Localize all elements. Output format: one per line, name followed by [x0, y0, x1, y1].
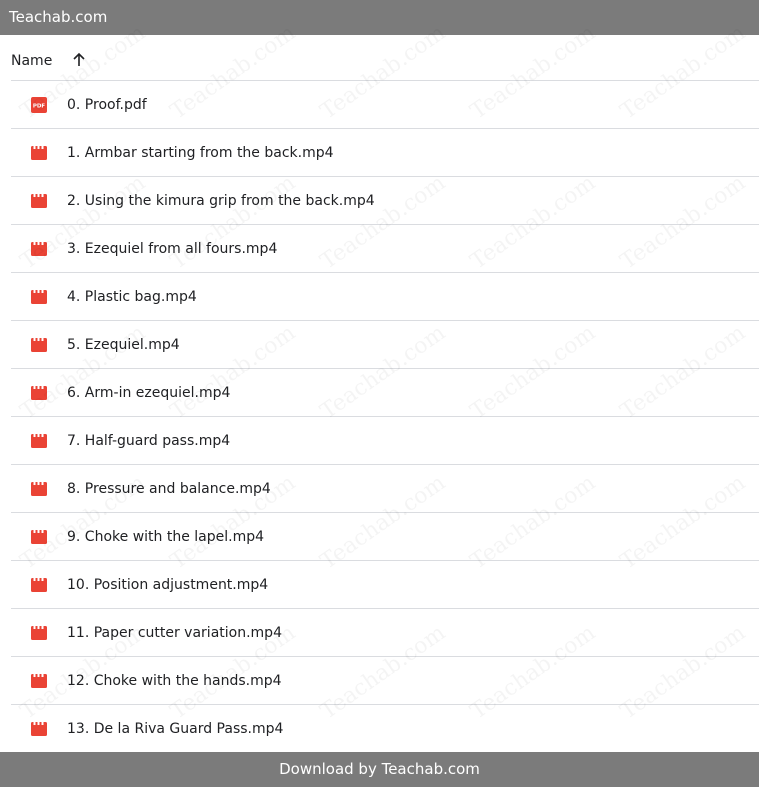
file-name[interactable]: 11. Paper cutter variation.mp4 [67, 624, 282, 642]
file-row[interactable]: 7. Half-guard pass.mp4 [0, 417, 759, 464]
video-file-icon [31, 146, 47, 160]
file-row[interactable]: PDF 0. Proof.pdf [0, 81, 759, 128]
file-row[interactable]: 8. Pressure and balance.mp4 [0, 465, 759, 512]
file-name[interactable]: 10. Position adjustment.mp4 [67, 576, 268, 594]
video-file-icon [31, 578, 47, 592]
download-link[interactable]: Download by Teachab.com [279, 760, 480, 778]
list-header: Name [0, 35, 759, 81]
file-name[interactable]: 8. Pressure and balance.mp4 [67, 480, 271, 498]
bottom-bar[interactable]: Download by Teachab.com [0, 752, 759, 787]
file-row[interactable]: 12. Choke with the hands.mp4 [0, 657, 759, 704]
file-name[interactable]: 7. Half-guard pass.mp4 [67, 432, 230, 450]
file-row[interactable]: 11. Paper cutter variation.mp4 [0, 609, 759, 656]
column-header-name[interactable]: Name [11, 53, 52, 69]
video-file-icon [31, 338, 47, 352]
top-bar: Teachab.com [0, 0, 759, 35]
file-row[interactable]: 9. Choke with the lapel.mp4 [0, 513, 759, 560]
file-name[interactable]: 6. Arm-in ezequiel.mp4 [67, 384, 230, 402]
file-name[interactable]: 5. Ezequiel.mp4 [67, 336, 180, 354]
file-name[interactable]: 0. Proof.pdf [67, 96, 147, 114]
file-row[interactable]: 10. Position adjustment.mp4 [0, 561, 759, 608]
video-file-icon [31, 434, 47, 448]
video-file-icon [31, 194, 47, 208]
file-row[interactable]: 2. Using the kimura grip from the back.m… [0, 177, 759, 224]
file-row[interactable]: 4. Plastic bag.mp4 [0, 273, 759, 320]
arrow-up-icon[interactable] [71, 52, 87, 68]
video-file-icon [31, 290, 47, 304]
file-list: Name PDF 0. Proof.pdf 1. Armbar starting f… [0, 35, 759, 752]
file-name[interactable]: 3. Ezequiel from all fours.mp4 [67, 240, 277, 258]
file-row[interactable]: 3. Ezequiel from all fours.mp4 [0, 225, 759, 272]
video-file-icon [31, 530, 47, 544]
site-title: Teachab.com [9, 8, 108, 26]
file-name[interactable]: 1. Armbar starting from the back.mp4 [67, 144, 334, 162]
file-row[interactable]: 5. Ezequiel.mp4 [0, 321, 759, 368]
video-file-icon [31, 722, 47, 736]
video-file-icon [31, 482, 47, 496]
file-row[interactable]: 13. De la Riva Guard Pass.mp4 [0, 705, 759, 752]
pdf-icon-label: PDF [33, 104, 46, 110]
file-name[interactable]: 9. Choke with the lapel.mp4 [67, 528, 264, 546]
video-file-icon [31, 626, 47, 640]
file-name[interactable]: 13. De la Riva Guard Pass.mp4 [67, 720, 283, 738]
video-file-icon [31, 242, 47, 256]
video-file-icon [31, 674, 47, 688]
file-row[interactable]: 1. Armbar starting from the back.mp4 [0, 129, 759, 176]
file-name[interactable]: 2. Using the kimura grip from the back.m… [67, 192, 375, 210]
video-file-icon [31, 386, 47, 400]
pdf-file-icon: PDF [31, 97, 47, 113]
file-row[interactable]: 6. Arm-in ezequiel.mp4 [0, 369, 759, 416]
file-name[interactable]: 12. Choke with the hands.mp4 [67, 672, 282, 690]
file-name[interactable]: 4. Plastic bag.mp4 [67, 288, 197, 306]
